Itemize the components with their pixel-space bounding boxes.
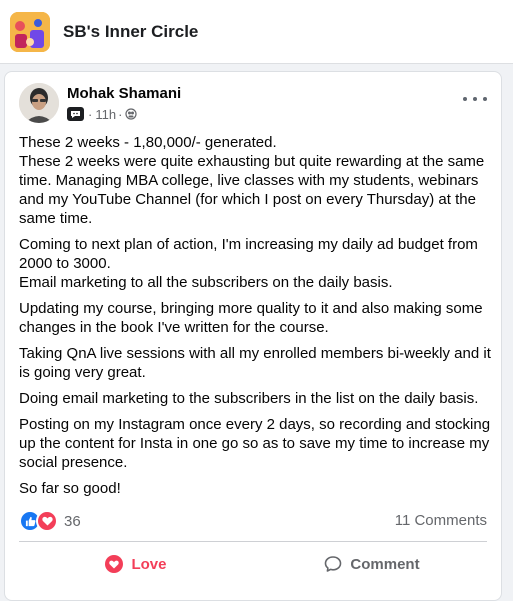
more-icon[interactable] — [463, 92, 487, 106]
love-label: Love — [131, 555, 167, 573]
love-button[interactable]: Love — [19, 546, 253, 582]
author-name[interactable]: Mohak Shamani — [67, 85, 181, 102]
post-paragraph: Taking QnA live sessions with all my enr… — [19, 345, 491, 381]
love-icon — [105, 555, 124, 573]
comments-count[interactable]: 11 Comments — [395, 512, 487, 529]
group-header: SB's Inner Circle — [0, 0, 513, 64]
separator-dot: · — [88, 106, 93, 122]
divider — [19, 541, 487, 542]
post-paragraph: Posting on my Instagram once every 2 day… — [19, 416, 491, 471]
post-paragraph: So far so good! — [19, 480, 121, 497]
post-meta: · 11h · — [67, 105, 138, 123]
post-timestamp[interactable]: 11h — [95, 107, 116, 122]
conversation-starter-icon[interactable] — [67, 107, 84, 121]
post-paragraph: Coming to next plan of action, I'm incre… — [19, 236, 478, 291]
author-avatar[interactable] — [19, 83, 59, 123]
comment-icon — [325, 556, 342, 572]
post-body: These 2 weeks - 1,80,000/- generated. Th… — [19, 133, 493, 505]
post-card: Mohak Shamani · 11h · These 2 weeks - 1,… — [4, 71, 502, 601]
comment-button[interactable]: Comment — [255, 546, 489, 582]
group-avatar[interactable] — [10, 12, 50, 52]
post-paragraph: Updating my course, bringing more qualit… — [19, 300, 483, 336]
globe-icon — [125, 108, 138, 120]
post-paragraph: These 2 weeks - 1,80,000/- generated. Th… — [19, 134, 485, 227]
separator-dot: · — [118, 106, 123, 122]
reactions-count: 36 — [64, 512, 81, 530]
group-title[interactable]: SB's Inner Circle — [63, 22, 198, 42]
reactions-summary[interactable]: 36 — [19, 510, 81, 532]
love-reaction-icon — [36, 510, 58, 532]
comment-label: Comment — [350, 555, 420, 573]
post-paragraph: Doing email marketing to the subscribers… — [19, 390, 479, 407]
